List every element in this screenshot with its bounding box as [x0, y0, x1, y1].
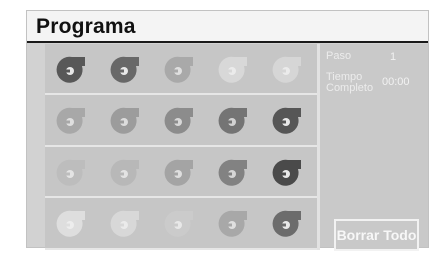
- fan-cell[interactable]: [207, 147, 261, 196]
- fan-cell[interactable]: [207, 44, 261, 93]
- fan-icon: [110, 56, 139, 83]
- fan-cell[interactable]: [153, 44, 207, 93]
- fan-icon: [110, 107, 139, 134]
- tiempo-value: 00:00: [382, 76, 410, 88]
- title-bar: Programa: [27, 11, 428, 43]
- fan-cell[interactable]: [99, 147, 153, 196]
- fan-icon: [164, 56, 193, 83]
- fan-icon: [56, 107, 85, 134]
- fan-cell[interactable]: [207, 199, 261, 248]
- fan-cell[interactable]: [207, 96, 261, 145]
- clear-all-button[interactable]: Borrar Todo: [334, 219, 419, 251]
- fan-cell[interactable]: [45, 44, 99, 93]
- fan-icon: [56, 159, 85, 186]
- info-panel: Paso 1 Tiempo Completo 00:00: [320, 44, 428, 247]
- fan-icon: [164, 210, 193, 237]
- fan-icon: [272, 159, 301, 186]
- fan-cell[interactable]: [45, 199, 99, 248]
- fan-cell[interactable]: [99, 199, 153, 248]
- fan-row: [45, 147, 317, 198]
- fan-cell[interactable]: [261, 147, 315, 196]
- fan-cell[interactable]: [261, 199, 315, 248]
- fan-icon: [272, 210, 301, 237]
- fan-cell[interactable]: [261, 96, 315, 145]
- fan-cell[interactable]: [261, 44, 315, 93]
- fan-row: [45, 44, 317, 95]
- fan-cell[interactable]: [45, 147, 99, 196]
- fan-icon: [164, 107, 193, 134]
- window-title: Programa: [36, 15, 136, 38]
- fan-icon: [110, 159, 139, 186]
- fan-icon: [272, 107, 301, 134]
- fan-cell[interactable]: [99, 96, 153, 145]
- fan-icon: [218, 107, 247, 134]
- paso-label: Paso: [326, 50, 352, 62]
- fan-icon: [218, 56, 247, 83]
- fan-icon: [110, 210, 139, 237]
- fan-cell[interactable]: [153, 147, 207, 196]
- fan-icon: [218, 210, 247, 237]
- fan-icon: [56, 56, 85, 83]
- fan-icon: [272, 56, 301, 83]
- fan-row: [45, 199, 317, 250]
- fan-row: [45, 96, 317, 147]
- fan-icon: [218, 159, 247, 186]
- fan-icon: [164, 159, 193, 186]
- fan-cell[interactable]: [45, 96, 99, 145]
- program-window: Programa Paso 1 Tiempo Completo 00:00 Bo…: [26, 10, 429, 251]
- paso-value: 1: [390, 51, 397, 63]
- tiempo-label-line2: Completo: [326, 82, 374, 94]
- fan-cell[interactable]: [153, 199, 207, 248]
- fan-cell[interactable]: [99, 44, 153, 93]
- fan-cell[interactable]: [153, 96, 207, 145]
- fan-icon: [56, 210, 85, 237]
- fan-grid: [45, 44, 317, 250]
